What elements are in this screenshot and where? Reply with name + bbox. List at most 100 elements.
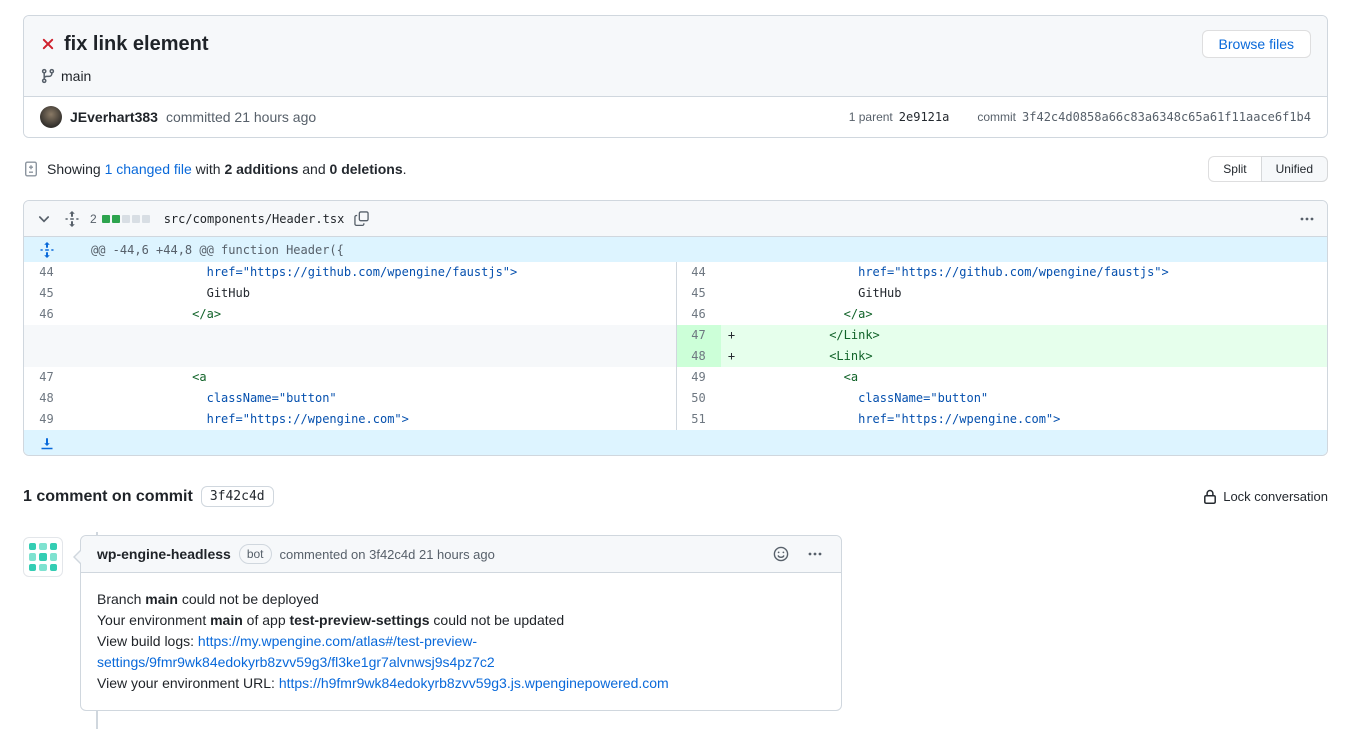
split-view-button[interactable]: Split xyxy=(1208,156,1261,182)
unified-view-button[interactable]: Unified xyxy=(1261,156,1328,182)
lock-icon xyxy=(1202,489,1218,505)
left-sign xyxy=(69,367,91,388)
right-sign: + xyxy=(721,346,743,367)
comment-row: wp-engine-headless bot commented on 3f42… xyxy=(23,535,1328,711)
diffstat-square xyxy=(142,215,150,223)
commit-label: commit xyxy=(977,110,1016,124)
right-sign xyxy=(721,304,743,325)
diffstat-square xyxy=(132,215,140,223)
left-line-number[interactable]: 48 xyxy=(24,388,69,409)
env-name-bold: main xyxy=(210,612,243,628)
commit-header-box: fix link element Browse files main JEver… xyxy=(23,15,1328,138)
diff-stats-text: Showing 1 changed file with 2 additions … xyxy=(47,161,407,177)
right-line-number[interactable]: 48 xyxy=(676,346,721,367)
left-line-number[interactable]: 45 xyxy=(24,283,69,304)
add-reaction-smiley-icon[interactable] xyxy=(771,544,791,564)
hunk-header-row: @@ -44,6 +44,8 @@ function Header({ xyxy=(24,237,1327,262)
right-line-number[interactable]: 47 xyxy=(676,325,721,346)
failed-check-x-icon[interactable] xyxy=(40,36,56,52)
expand-hunk-up-icon[interactable] xyxy=(24,242,69,258)
comment-timestamp[interactable]: commented on 3f42c4d 21 hours ago xyxy=(280,547,495,562)
right-code: href="https://wpengine.com"> xyxy=(743,409,1328,430)
additions-count: 2 additions xyxy=(224,161,298,177)
expand-all-icon[interactable] xyxy=(62,209,82,229)
left-sign xyxy=(69,325,91,346)
left-code: GitHub xyxy=(91,283,676,304)
left-code: href="https://github.com/wpengine/faustj… xyxy=(91,262,676,283)
committer-name[interactable]: JEverhart383 xyxy=(70,109,158,125)
right-line-number[interactable]: 45 xyxy=(676,283,721,304)
collapse-file-chevron-icon[interactable] xyxy=(34,209,54,229)
right-line-number[interactable]: 50 xyxy=(676,388,721,409)
left-line-number[interactable]: 46 xyxy=(24,304,69,325)
committed-time: committed 21 hours ago xyxy=(166,109,316,125)
right-code: <Link> xyxy=(743,346,1328,367)
diff-toolbar: Showing 1 changed file with 2 additions … xyxy=(23,154,1328,184)
right-line-number[interactable]: 49 xyxy=(676,367,721,388)
left-code: href="https://wpengine.com"> xyxy=(91,409,676,430)
left-line-number xyxy=(24,346,69,367)
file-name: src/components/Header.tsx xyxy=(164,212,345,226)
right-line-number[interactable]: 46 xyxy=(676,304,721,325)
right-code: <a xyxy=(743,367,1328,388)
diff-file-box: 2 src/components/Header.tsx xyxy=(23,200,1328,456)
commit-header-meta-row: JEverhart383 committed 21 hours ago 1 pa… xyxy=(24,96,1327,137)
left-code xyxy=(91,325,676,346)
left-code: <a xyxy=(91,367,676,388)
right-code: href="https://github.com/wpengine/faustj… xyxy=(743,262,1328,283)
copy-path-icon[interactable] xyxy=(352,209,371,228)
right-code: </a> xyxy=(743,304,1328,325)
branch-name[interactable]: main xyxy=(61,68,91,84)
left-sign xyxy=(69,409,91,430)
comment-line: Branch main could not be deployed xyxy=(97,589,825,610)
parent-label: 1 parent xyxy=(849,110,893,124)
browse-files-button[interactable]: Browse files xyxy=(1202,30,1311,58)
expand-down-icon[interactable] xyxy=(24,435,69,451)
left-sign xyxy=(69,346,91,367)
left-line-number[interactable]: 44 xyxy=(24,262,69,283)
lock-conversation-button[interactable]: Lock conversation xyxy=(1202,489,1328,505)
app-name-bold: test-preview-settings xyxy=(290,612,430,628)
bot-badge: bot xyxy=(239,544,272,564)
comment-author[interactable]: wp-engine-headless xyxy=(97,546,231,562)
lock-conversation-label: Lock conversation xyxy=(1223,489,1328,504)
right-sign xyxy=(721,388,743,409)
left-line-number[interactable]: 49 xyxy=(24,409,69,430)
comment-options-kebab-icon[interactable] xyxy=(805,544,825,564)
environment-url-link[interactable]: https://h9fmr9wk84edokyrb8zvv59g3.js.wpe… xyxy=(279,675,669,691)
right-sign xyxy=(721,262,743,283)
comments-heading-text: 1 comment on commit xyxy=(23,488,193,506)
git-branch-icon xyxy=(40,68,56,84)
comment-line: Your environment main of app test-previe… xyxy=(97,610,825,631)
left-line-number[interactable]: 47 xyxy=(24,367,69,388)
diffstat-square xyxy=(102,215,110,223)
right-code: </Link> xyxy=(743,325,1328,346)
branch-name-bold: main xyxy=(145,591,178,607)
expand-down-row xyxy=(24,430,1327,455)
comments-section: 1 comment on commit 3f42c4d Lock convers… xyxy=(23,486,1328,711)
comment-body: Branch main could not be deployed Your e… xyxy=(81,573,841,710)
right-code: className="button" xyxy=(743,388,1328,409)
right-sign xyxy=(721,283,743,304)
right-line-number[interactable]: 51 xyxy=(676,409,721,430)
left-sign xyxy=(69,283,91,304)
changed-files-link[interactable]: 1 changed file xyxy=(105,161,192,177)
diffstat: 2 xyxy=(90,212,150,226)
deletions-count: 0 deletions xyxy=(330,161,403,177)
left-code: </a> xyxy=(91,304,676,325)
commit-sha-chip[interactable]: 3f42c4d xyxy=(201,486,274,507)
committer-avatar[interactable] xyxy=(40,106,62,128)
parent-sha-link[interactable]: 2e9121a xyxy=(899,110,950,124)
comments-heading: 1 comment on commit 3f42c4d Lock convers… xyxy=(23,486,1328,507)
left-sign xyxy=(69,388,91,409)
right-line-number[interactable]: 44 xyxy=(676,262,721,283)
file-diff-icon xyxy=(23,161,39,177)
file-options-kebab-icon[interactable] xyxy=(1297,209,1317,229)
commit-shas: 1 parent 2e9121a commit 3f42c4d0858a66c8… xyxy=(849,110,1311,124)
hunk-header: @@ -44,6 +44,8 @@ function Header({ xyxy=(69,243,344,257)
commit-title: fix link element xyxy=(64,33,1194,56)
diff-view-toggle: Split Unified xyxy=(1208,156,1328,182)
bot-avatar[interactable] xyxy=(23,537,63,577)
commit-page: fix link element Browse files main JEver… xyxy=(0,0,1351,711)
commit-header-top: fix link element Browse files main xyxy=(24,16,1327,96)
